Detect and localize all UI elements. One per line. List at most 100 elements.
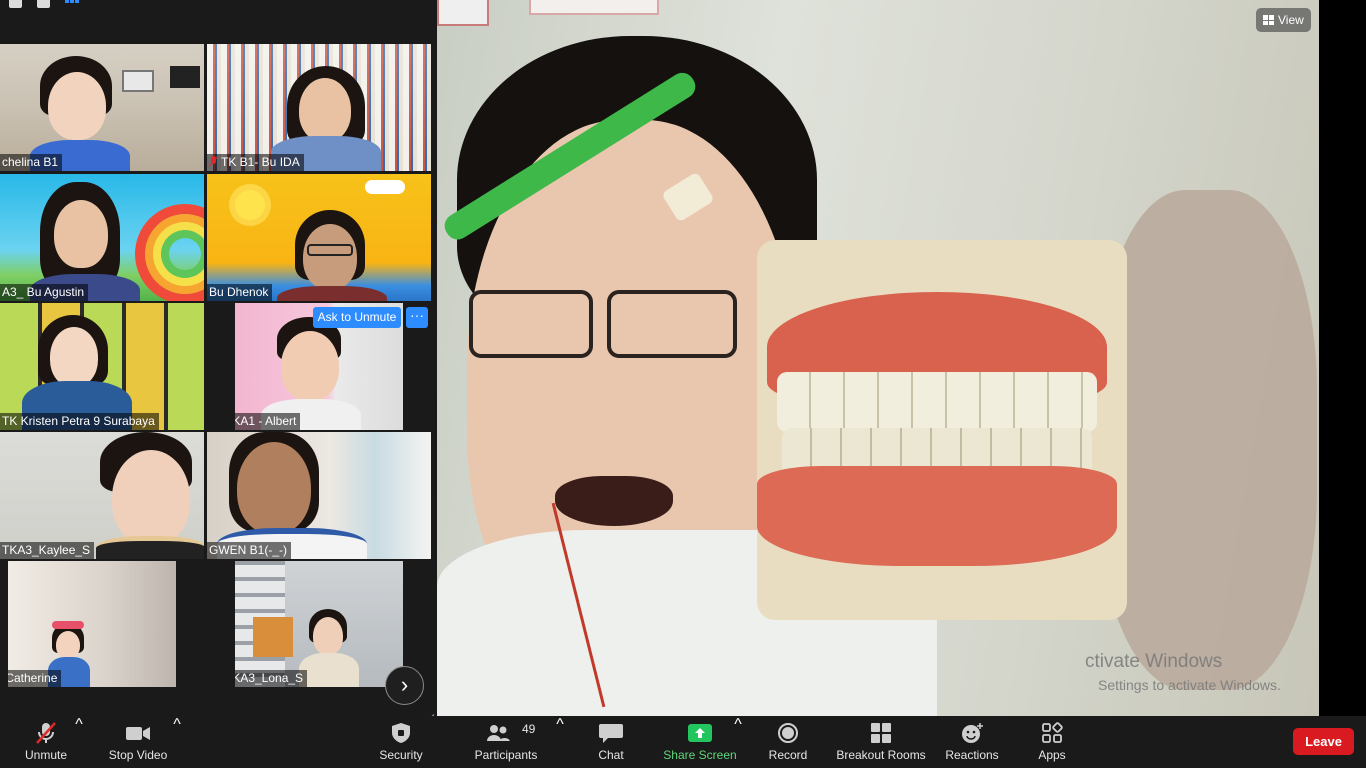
record-button[interactable]: Record (764, 716, 812, 768)
rainbow-shape (135, 204, 204, 301)
video-tile[interactable]: GWEN B1(-_-) (207, 432, 431, 559)
muted-mic-icon (209, 156, 218, 167)
upper-teeth-shape (777, 372, 1097, 432)
face-shape (313, 617, 343, 655)
zoom-meeting-window: chelina B1 TK B1- Bu IDA A3_ Bu Agustin … (0, 0, 1366, 768)
breakout-rooms-label: Breakout Rooms (836, 748, 926, 762)
face-shape (112, 450, 190, 546)
participants-button[interactable]: 49 Participants (472, 716, 540, 768)
glasses-left-shape (469, 290, 593, 358)
monitor-shape (122, 70, 154, 92)
video-options-caret[interactable]: ^ (172, 716, 182, 768)
participants-icon (487, 725, 510, 741)
participant-name: A3_ Bu Agustin (0, 284, 89, 301)
tv-shape (170, 66, 200, 88)
participant-name: chelina B1 (0, 154, 63, 171)
share-screen-icon (688, 724, 712, 742)
activate-windows-watermark: ctivate Windows (1085, 651, 1223, 672)
participant-name: Bu Dhenok (207, 284, 273, 301)
gallery-panel: chelina B1 TK B1- Bu IDA A3_ Bu Agustin … (0, 44, 437, 716)
face-shape (48, 72, 106, 140)
face-shape (237, 442, 311, 534)
resize-handle[interactable] (423, 704, 435, 716)
view-label: View (1278, 13, 1304, 27)
apps-label: Apps (1038, 748, 1066, 762)
more-options-button[interactable]: ··· (406, 307, 428, 328)
body-shape (299, 653, 359, 687)
record-label: Record (768, 748, 808, 762)
video-tile[interactable]: TKA3_Kaylee_S (0, 432, 204, 559)
breakout-rooms-button[interactable]: Breakout Rooms (834, 716, 928, 768)
unmute-label: Unmute (24, 748, 68, 762)
next-page-button[interactable]: › (385, 666, 424, 705)
video-tile[interactable]: TKA3_Lona_S (235, 561, 403, 687)
chat-bubble-icon (599, 724, 623, 743)
participant-name: TK Kristen Petra 9 Surabaya (0, 413, 159, 430)
mic-muted-icon (36, 722, 56, 744)
letterbox-bar (1319, 0, 1366, 716)
share-screen-button[interactable]: Share Screen (662, 716, 738, 768)
participant-name: TKA1 - Albert (235, 413, 301, 430)
video-tile[interactable]: Bu Dhenok (207, 174, 431, 301)
chat-label: Chat (598, 748, 624, 762)
video-tile[interactable]: /Catherine (8, 561, 176, 687)
reactions-button[interactable]: Reactions (942, 716, 1002, 768)
gallery-view-icon[interactable] (65, 0, 79, 8)
headband-shape (52, 621, 84, 629)
leave-button[interactable]: Leave (1293, 728, 1354, 755)
apps-icon (1042, 722, 1063, 743)
participants-options-caret[interactable]: ^ (555, 716, 565, 768)
face-shape (50, 327, 98, 387)
audio-options-caret[interactable]: ^ (74, 716, 84, 768)
video-tile[interactable]: A3_ Bu Agustin (0, 174, 204, 301)
security-button[interactable]: Security (372, 716, 430, 768)
wall-frame-shape (437, 0, 489, 26)
chat-button[interactable]: Chat (588, 716, 634, 768)
face-shape (281, 331, 339, 401)
participant-name: TK B1- Bu IDA (207, 154, 304, 171)
stop-video-label: Stop Video (108, 748, 168, 762)
view-grid-icon (1263, 15, 1274, 25)
participants-count: 49 (522, 722, 536, 736)
share-options-caret[interactable]: ^ (733, 716, 743, 768)
apps-button[interactable]: Apps (1030, 716, 1074, 768)
mouth-shape (555, 476, 673, 526)
lower-gum-shape (757, 466, 1117, 566)
view-button[interactable]: View (1256, 8, 1311, 32)
active-speaker-video[interactable]: ctivate Windows Settings to activate Win… (437, 0, 1319, 716)
unmute-button[interactable]: Unmute (14, 716, 78, 768)
hand-shape (1097, 190, 1317, 690)
participant-name: TKA3_Kaylee_S (0, 542, 95, 559)
ask-to-unmute-button[interactable]: Ask to Unmute (313, 307, 401, 328)
video-tile[interactable]: TK B1- Bu IDA (207, 44, 431, 171)
participant-name: TKA3_Lona_S (235, 670, 308, 687)
face-shape (303, 224, 357, 290)
security-label: Security (379, 748, 423, 762)
participant-name: /Catherine (8, 670, 62, 687)
wall-frame-shape (529, 0, 659, 15)
reactions-label: Reactions (945, 748, 999, 762)
cloud-shape (365, 180, 405, 194)
window-icon[interactable] (37, 0, 50, 8)
record-icon (778, 723, 798, 743)
video-tile[interactable]: TK Kristen Petra 9 Surabaya (0, 303, 204, 430)
shield-icon (392, 723, 410, 743)
share-screen-label: Share Screen (663, 748, 737, 762)
chevron-right-icon: › (400, 672, 409, 697)
participants-label: Participants (474, 748, 538, 762)
stop-video-button[interactable]: Stop Video (104, 716, 172, 768)
face-shape (299, 78, 351, 142)
breakout-rooms-icon (871, 723, 891, 743)
body-shape (277, 286, 387, 301)
gallery-top-controls (0, 0, 437, 44)
meeting-toolbar: Unmute ^ Stop Video ^ Security 49 Partic… (0, 716, 1366, 768)
glasses-right-shape (607, 290, 737, 358)
video-tile[interactable]: chelina B1 (0, 44, 204, 171)
sun-shape (235, 190, 265, 220)
face-shape (56, 631, 80, 659)
participant-name: GWEN B1(-_-) (207, 542, 291, 559)
glasses-shape (307, 244, 353, 256)
activate-windows-subtext: Settings to activate Windows. (1098, 677, 1281, 693)
video-camera-icon (126, 727, 150, 740)
minimize-icon[interactable] (9, 0, 22, 8)
